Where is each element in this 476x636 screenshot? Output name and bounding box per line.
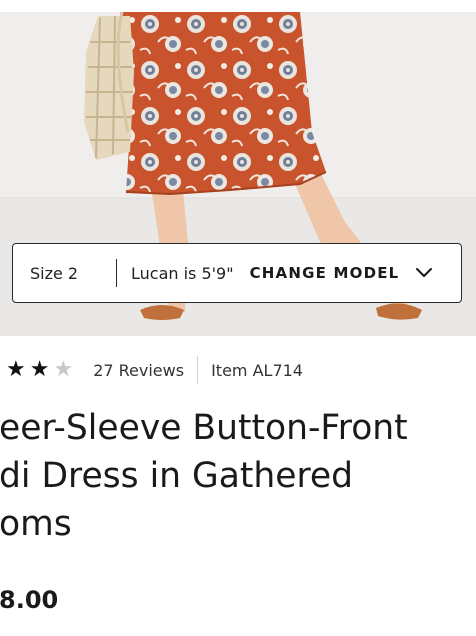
model-height-label: Lucan is 5'9" [131, 263, 234, 283]
model-bar-divider [116, 259, 117, 287]
product-title: eer-Sleeve Button-Front di Dress in Gath… [0, 408, 408, 544]
item-number: Item AL714 [211, 360, 303, 380]
model-size-label: Size 2 [30, 263, 79, 283]
rating-divider [197, 356, 199, 384]
rating-row: ★ ★ ★ 27 Reviews Item AL714 [0, 352, 476, 388]
star-filled-icon: ★ [6, 357, 26, 382]
product-price: 8.00 [0, 586, 59, 614]
star-empty-icon: ★ [53, 357, 74, 382]
change-model-button[interactable]: CHANGE MODEL [250, 264, 400, 282]
bottom-edge [0, 623, 476, 636]
model-selector[interactable]: Size 2 Lucan is 5'9" CHANGE MODEL [12, 243, 462, 303]
star-filled-icon: ★ [29, 357, 50, 382]
top-edge [0, 0, 476, 12]
star-rating[interactable]: ★ ★ ★ [6, 359, 77, 381]
chevron-down-icon[interactable] [415, 267, 433, 279]
reviews-link[interactable]: 27 Reviews [93, 361, 184, 380]
